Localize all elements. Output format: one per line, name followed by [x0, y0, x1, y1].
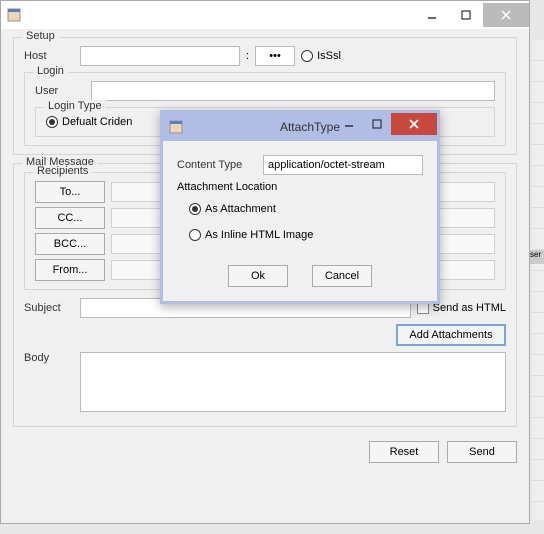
- send-button[interactable]: Send: [447, 441, 517, 463]
- radio-icon: [301, 50, 313, 62]
- background-strip: [532, 40, 544, 520]
- recipients-title: Recipients: [33, 165, 92, 177]
- host-label: Host: [24, 50, 74, 62]
- cc-button[interactable]: CC...: [35, 207, 105, 229]
- user-label: User: [35, 85, 85, 97]
- isssl-radio[interactable]: IsSsl: [301, 50, 341, 62]
- default-cred-label: Defualt Criden: [62, 116, 132, 128]
- radio-icon: [189, 229, 201, 241]
- content-type-label: Content Type: [177, 159, 257, 171]
- dialog-minimize-button[interactable]: [335, 113, 363, 135]
- attachtype-dialog: AttachType Content Type Attachment Locat…: [160, 110, 440, 304]
- ok-button[interactable]: Ok: [228, 265, 288, 287]
- dialog-maximize-button[interactable]: [363, 113, 391, 135]
- dialog-close-button[interactable]: [391, 113, 437, 135]
- login-title: Login: [33, 65, 68, 77]
- subject-label: Subject: [24, 302, 74, 314]
- dialog-icon: [169, 120, 183, 134]
- content-type-input[interactable]: [263, 155, 423, 175]
- dialog-controls: [335, 113, 437, 135]
- body-textarea[interactable]: [80, 352, 506, 412]
- as-inline-label: As Inline HTML Image: [205, 229, 313, 241]
- side-tag: ser: [530, 250, 544, 264]
- send-as-html-label: Send as HTML: [433, 302, 506, 314]
- logintype-title: Login Type: [44, 100, 106, 112]
- to-button[interactable]: To...: [35, 181, 105, 203]
- as-attachment-radio[interactable]: As Attachment: [189, 203, 423, 215]
- add-attachments-button[interactable]: Add Attachments: [396, 324, 506, 346]
- radio-icon: [189, 203, 201, 215]
- as-inline-radio[interactable]: As Inline HTML Image: [189, 229, 423, 241]
- app-icon: [7, 8, 21, 22]
- minimize-button[interactable]: [415, 3, 449, 27]
- radio-icon: [46, 116, 58, 128]
- colon-sep: :: [246, 50, 249, 62]
- port-input[interactable]: [255, 46, 295, 66]
- close-button[interactable]: [483, 3, 529, 27]
- user-input[interactable]: [91, 81, 495, 101]
- dialog-body: Content Type Attachment Location As Atta…: [163, 141, 437, 301]
- setup-title: Setup: [22, 30, 59, 42]
- main-titlebar: [1, 1, 529, 29]
- bcc-button[interactable]: BCC...: [35, 233, 105, 255]
- maximize-button[interactable]: [449, 3, 483, 27]
- dialog-titlebar: AttachType: [163, 113, 437, 141]
- body-label: Body: [24, 352, 74, 364]
- host-input[interactable]: [80, 46, 240, 66]
- from-button[interactable]: From...: [35, 259, 105, 281]
- reset-button[interactable]: Reset: [369, 441, 439, 463]
- attachment-location-label: Attachment Location: [177, 181, 423, 193]
- as-attachment-label: As Attachment: [205, 203, 276, 215]
- isssl-label: IsSsl: [317, 50, 341, 62]
- main-window-controls: [415, 3, 529, 27]
- cancel-button[interactable]: Cancel: [312, 265, 372, 287]
